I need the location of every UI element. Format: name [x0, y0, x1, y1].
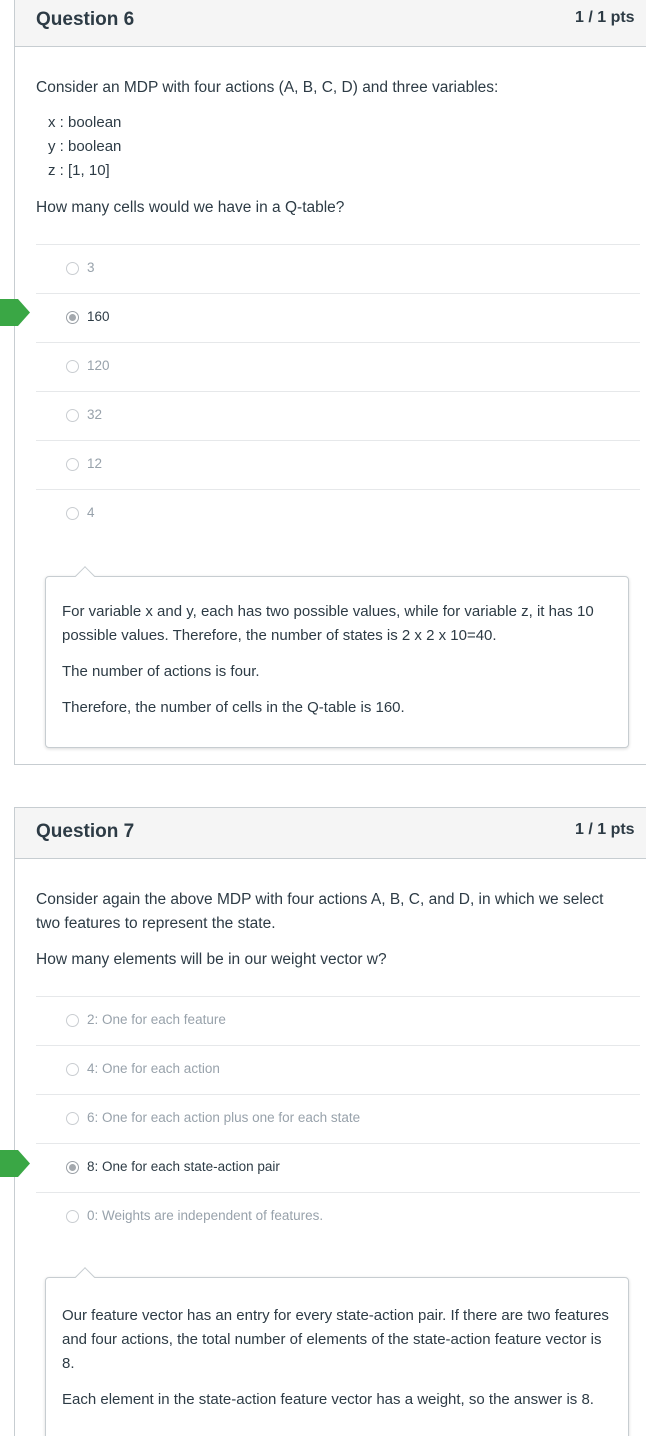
- answer-option[interactable]: 0: Weights are independent of features.: [36, 1192, 640, 1241]
- question-6-card: Question 6 1 / 1 pts Consider an MDP wit…: [14, 0, 646, 765]
- radio-button[interactable]: [66, 458, 79, 471]
- radio-button[interactable]: [66, 1112, 79, 1125]
- radio-button[interactable]: [66, 1014, 79, 1027]
- radio-button[interactable]: [66, 360, 79, 373]
- comment-paragraph: Each element in the state-action feature…: [62, 1391, 594, 1408]
- answer-label: 4: One for each action: [87, 1061, 220, 1076]
- correct-answer-arrow-icon: [0, 299, 30, 326]
- question-points: 1 / 1 pts: [575, 821, 635, 838]
- answer-comment: Our feature vector has an entry for ever…: [45, 1267, 629, 1436]
- question-text: How many elements will be in our weight …: [36, 951, 387, 968]
- answer-label: 32: [87, 407, 103, 422]
- question-7-card: Question 7 1 / 1 pts Consider again the …: [14, 807, 646, 1436]
- comment-notch: [75, 566, 95, 586]
- question-title: Question 7: [36, 821, 135, 842]
- answer-comment: For variable x and y, each has two possi…: [45, 566, 629, 748]
- answer-option[interactable]: 4: One for each action: [36, 1045, 640, 1094]
- answer-list: 2: One for each feature 4: One for each …: [36, 996, 640, 1241]
- radio-button[interactable]: [66, 1063, 79, 1076]
- answer-label: 6: One for each action plus one for each…: [87, 1110, 361, 1125]
- comment-paragraph: For variable x and y, each has two possi…: [62, 603, 594, 644]
- question-prompt: Consider an MDP with four actions (A, B,…: [36, 79, 499, 96]
- radio-button-checked[interactable]: [66, 311, 79, 324]
- answer-label: 120: [87, 358, 110, 373]
- answer-option-selected[interactable]: 8: One for each state-action pair: [36, 1143, 640, 1192]
- answer-label: 2: One for each feature: [87, 1012, 226, 1027]
- question-points: 1 / 1 pts: [575, 9, 635, 26]
- answer-option[interactable]: 3: [36, 244, 640, 293]
- answer-option[interactable]: 6: One for each action plus one for each…: [36, 1094, 640, 1143]
- question-text: How many cells would we have in a Q-tabl…: [36, 199, 345, 216]
- answer-option-selected[interactable]: 160: [36, 293, 640, 342]
- answer-label: 0: Weights are independent of features.: [87, 1208, 324, 1223]
- answer-option[interactable]: 32: [36, 391, 640, 440]
- variable-y: y : boolean: [48, 138, 122, 155]
- comment-paragraph: Our feature vector has an entry for ever…: [62, 1307, 609, 1372]
- radio-button-checked[interactable]: [66, 1161, 79, 1174]
- answer-option[interactable]: 120: [36, 342, 640, 391]
- answer-list: 3 160 120 32 12 4: [36, 244, 640, 538]
- answer-option[interactable]: 4: [36, 489, 640, 538]
- question-title: Question 6: [36, 9, 135, 30]
- correct-answer-arrow-icon: [0, 1150, 30, 1177]
- radio-button[interactable]: [66, 262, 79, 275]
- answer-label: 12: [87, 456, 103, 471]
- variable-x: x : boolean: [48, 114, 122, 131]
- comment-notch: [75, 1267, 95, 1287]
- answer-label: 3: [87, 260, 95, 275]
- answer-option[interactable]: 12: [36, 440, 640, 489]
- answer-label: 4: [87, 505, 95, 520]
- comment-paragraph: Therefore, the number of cells in the Q-…: [62, 699, 405, 716]
- question-prompt: Consider again the above MDP with four a…: [36, 891, 604, 932]
- answer-label: 8: One for each state-action pair: [87, 1159, 280, 1174]
- radio-button[interactable]: [66, 507, 79, 520]
- answer-option[interactable]: 2: One for each feature: [36, 996, 640, 1045]
- answer-label: 160: [87, 309, 110, 324]
- question-header: Question 7 1 / 1 pts: [15, 808, 646, 859]
- comment-paragraph: The number of actions is four.: [62, 663, 260, 680]
- radio-button[interactable]: [66, 409, 79, 422]
- radio-button[interactable]: [66, 1210, 79, 1223]
- question-header: Question 6 1 / 1 pts: [15, 0, 646, 47]
- variable-z: z : [1, 10]: [48, 162, 110, 179]
